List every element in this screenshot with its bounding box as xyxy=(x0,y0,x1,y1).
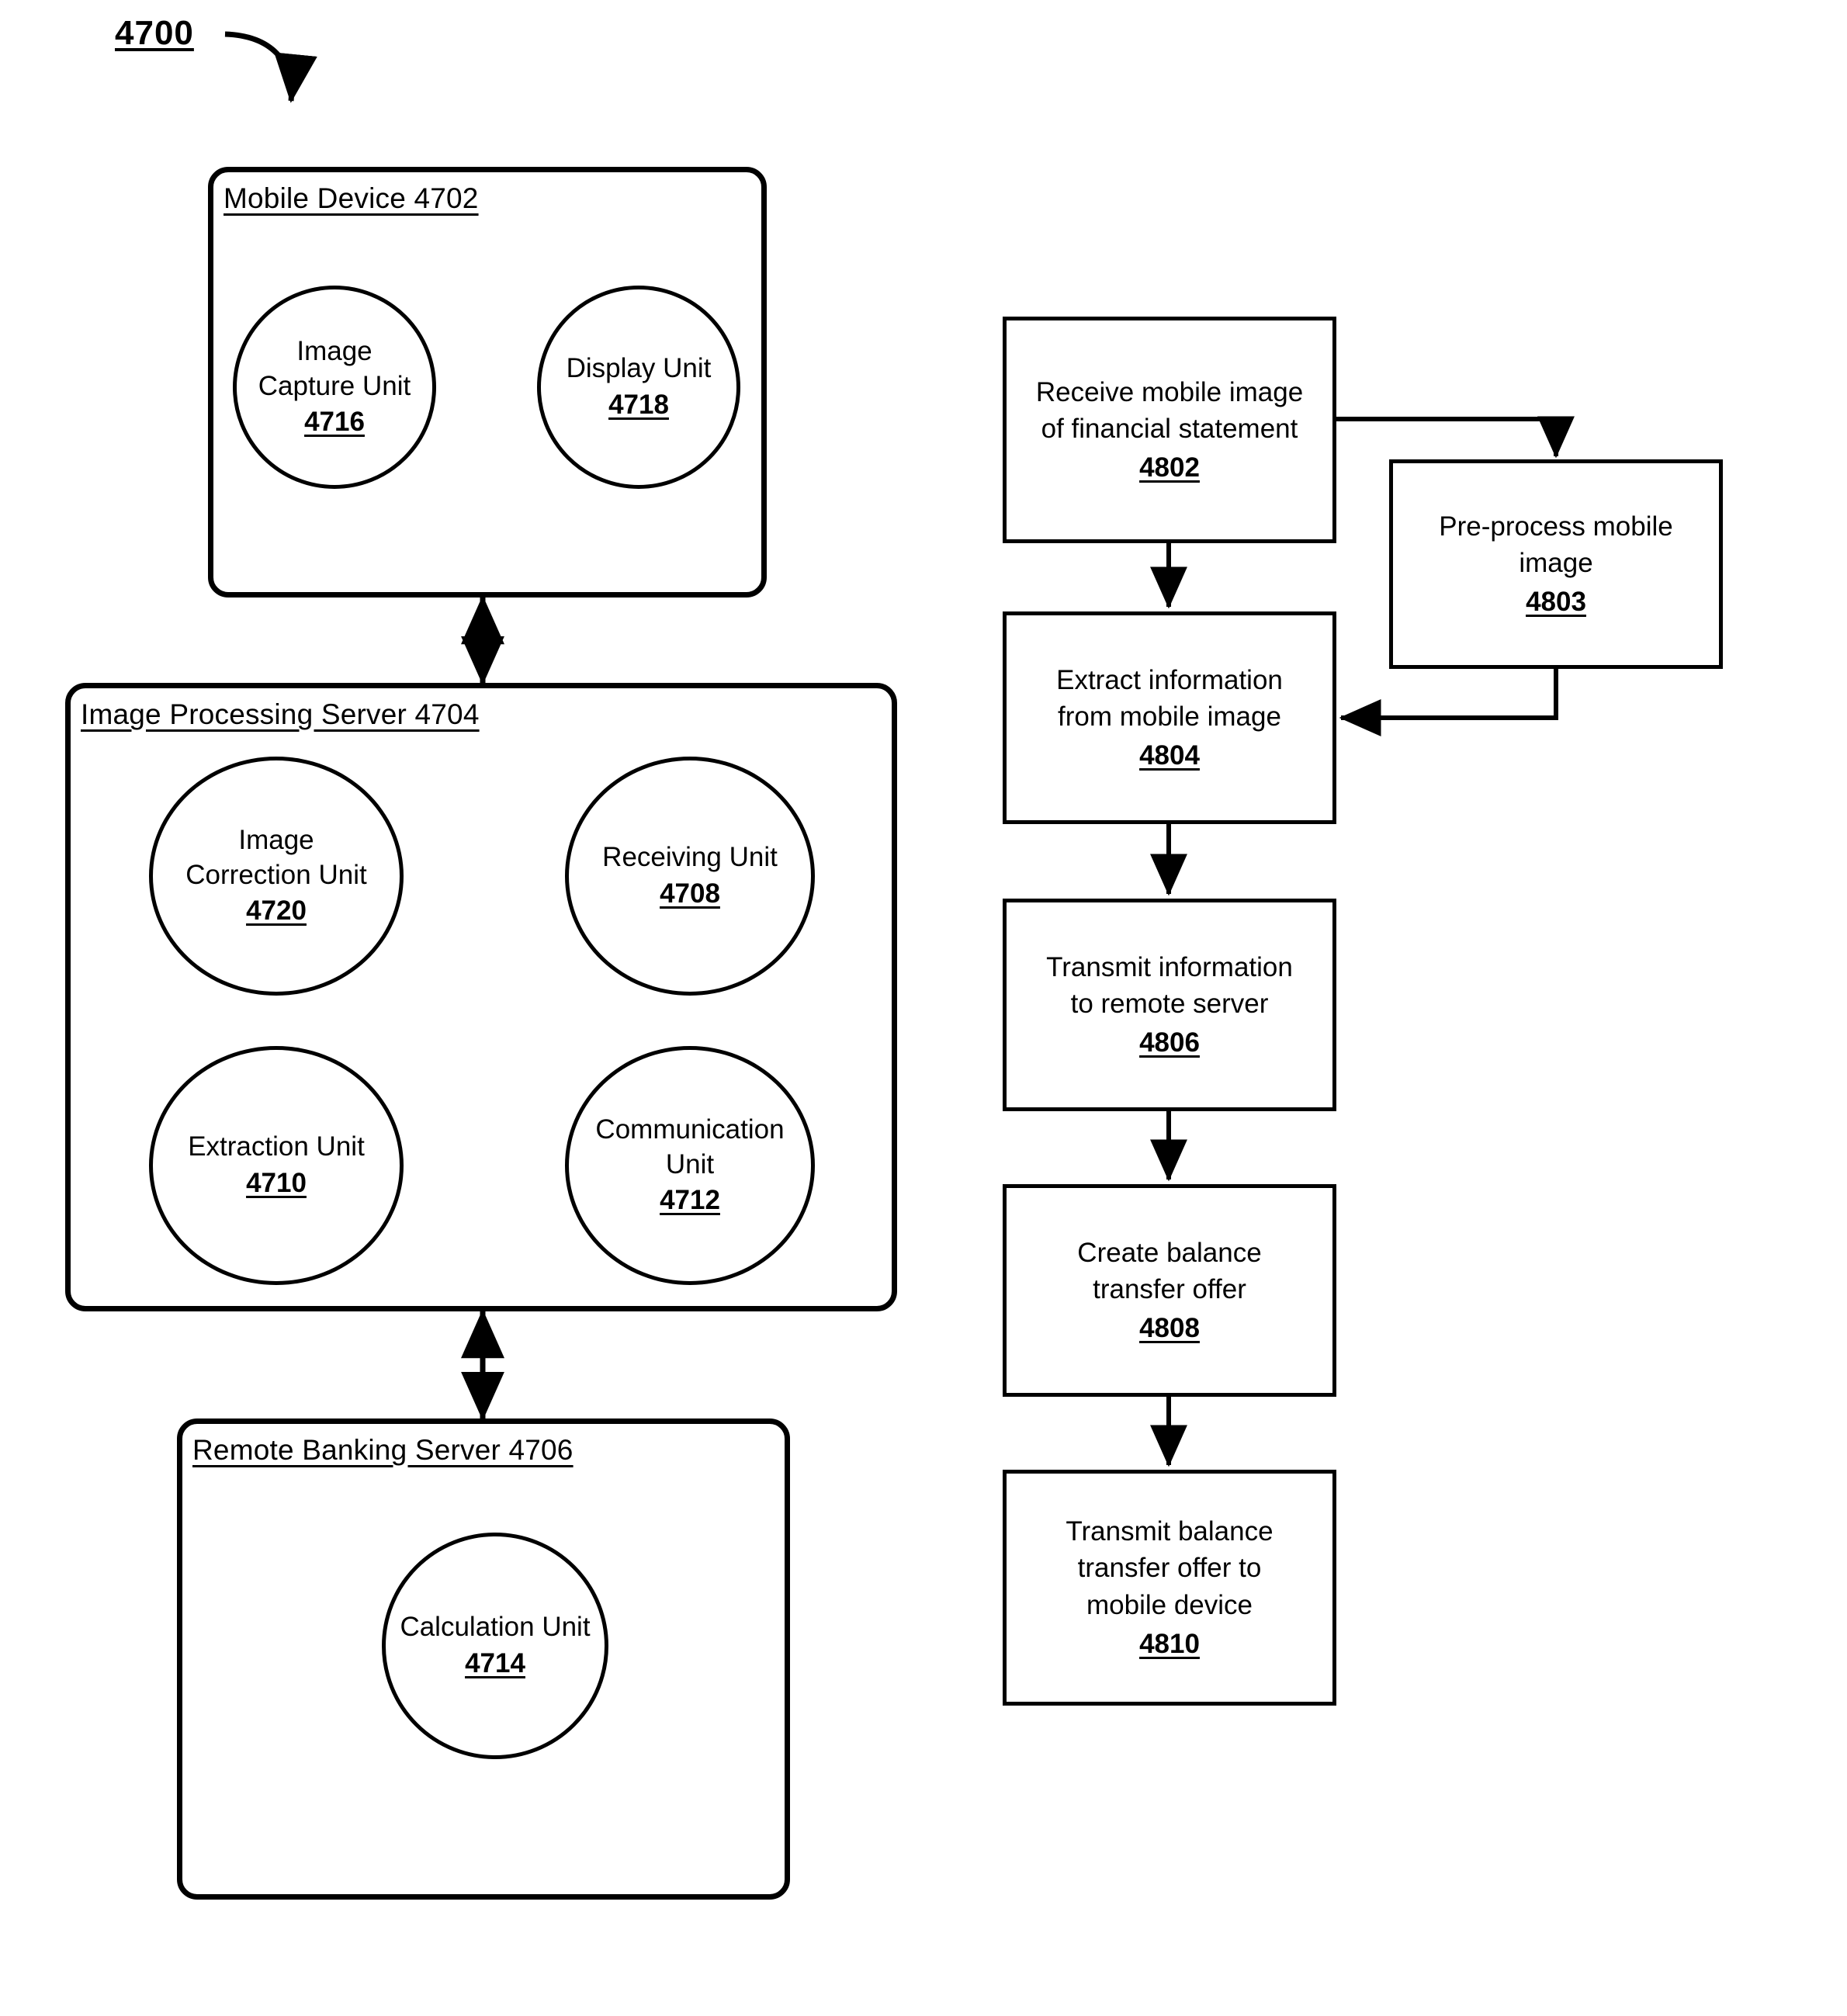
display-unit-ref: 4718 xyxy=(608,390,669,420)
flow-step-4804-line2: from mobile image xyxy=(1058,701,1281,732)
communication-unit-label-line2: Unit xyxy=(665,1148,715,1179)
flow-step-4810-line3: mobile device xyxy=(1086,1589,1253,1620)
figure-lead-arrow xyxy=(224,31,317,103)
flow-step-4804[interactable]: Extract information from mobile image 48… xyxy=(1003,611,1336,824)
image-correction-unit-label-line2: Correction Unit xyxy=(185,859,367,890)
flow-step-4802-line1: Receive mobile image xyxy=(1035,376,1304,407)
flow-step-4810-ref: 4810 xyxy=(1139,1628,1200,1659)
flow-step-4806-ref: 4806 xyxy=(1139,1027,1200,1058)
flow-step-4810-line1: Transmit balance xyxy=(1066,1516,1273,1547)
image-capture-unit-label-line2: Capture Unit xyxy=(258,370,411,401)
figure-canvas: 4700 Mobile Device 4702 Image Capture Un… xyxy=(0,0,1847,2016)
mobile-device-title: Mobile Device 4702 xyxy=(224,182,479,214)
flow-step-4802-ref: 4802 xyxy=(1139,452,1200,483)
flow-step-4804-line1: Extract information xyxy=(1056,664,1283,695)
communication-unit-ref: 4712 xyxy=(660,1185,720,1216)
receiving-unit-label-line1: Receiving Unit xyxy=(602,842,778,873)
extraction-unit-label-line1: Extraction Unit xyxy=(188,1131,365,1162)
extraction-unit-ref: 4710 xyxy=(246,1168,307,1198)
flow-step-4808-line2: transfer offer xyxy=(1093,1273,1246,1304)
flow-step-4802-line2: of financial statement xyxy=(1041,413,1298,444)
flow-step-4803[interactable]: Pre-process mobile image 4803 xyxy=(1389,459,1723,669)
arrow-4802-4803 xyxy=(1336,416,1575,459)
calculation-unit-circle[interactable]: Calculation Unit 4714 xyxy=(382,1533,608,1759)
image-capture-unit-ref: 4716 xyxy=(304,407,365,438)
image-capture-unit-label-line1: Image xyxy=(296,335,373,366)
communication-unit-circle[interactable]: Communication Unit 4712 xyxy=(565,1046,815,1285)
flow-step-4808-ref: 4808 xyxy=(1139,1313,1200,1344)
flow-step-4806-line2: to remote server xyxy=(1070,988,1269,1019)
image-correction-unit-label-line1: Image xyxy=(238,824,314,855)
display-unit-circle[interactable]: Display Unit 4718 xyxy=(537,286,740,489)
flow-step-4803-ref: 4803 xyxy=(1526,587,1586,618)
image-capture-unit-circle[interactable]: Image Capture Unit 4716 xyxy=(233,286,436,489)
flow-step-4806[interactable]: Transmit information to remote server 48… xyxy=(1003,899,1336,1111)
display-unit-label-line1: Display Unit xyxy=(566,353,712,384)
receiving-unit-circle[interactable]: Receiving Unit 4708 xyxy=(565,757,815,996)
figure-number: 4700 xyxy=(115,14,194,52)
flow-step-4804-ref: 4804 xyxy=(1139,740,1200,771)
flow-step-4806-line1: Transmit information xyxy=(1046,951,1293,982)
calculation-unit-ref: 4714 xyxy=(465,1648,525,1678)
image-processing-server-title: Image Processing Server 4704 xyxy=(81,698,480,730)
arrow-4803-4804 xyxy=(1339,669,1558,736)
flow-step-4808-line1: Create balance xyxy=(1077,1237,1262,1268)
image-correction-unit-ref: 4720 xyxy=(246,895,307,927)
calculation-unit-label-line1: Calculation Unit xyxy=(400,1612,591,1643)
receiving-unit-ref: 4708 xyxy=(660,878,720,909)
flow-step-4803-line2: image xyxy=(1519,547,1593,578)
flow-step-4810[interactable]: Transmit balance transfer offer to mobil… xyxy=(1003,1470,1336,1706)
communication-unit-label-line1: Communication xyxy=(595,1114,785,1145)
flow-step-4803-line1: Pre-process mobile xyxy=(1439,511,1673,542)
extraction-unit-circle[interactable]: Extraction Unit 4710 xyxy=(149,1046,404,1285)
flow-step-4808[interactable]: Create balance transfer offer 4808 xyxy=(1003,1184,1336,1397)
flow-step-4810-line2: transfer offer to xyxy=(1077,1553,1262,1584)
remote-banking-server-title: Remote Banking Server 4706 xyxy=(192,1434,574,1466)
flow-step-4802[interactable]: Receive mobile image of financial statem… xyxy=(1003,317,1336,543)
image-correction-unit-circle[interactable]: Image Correction Unit 4720 xyxy=(149,757,404,996)
